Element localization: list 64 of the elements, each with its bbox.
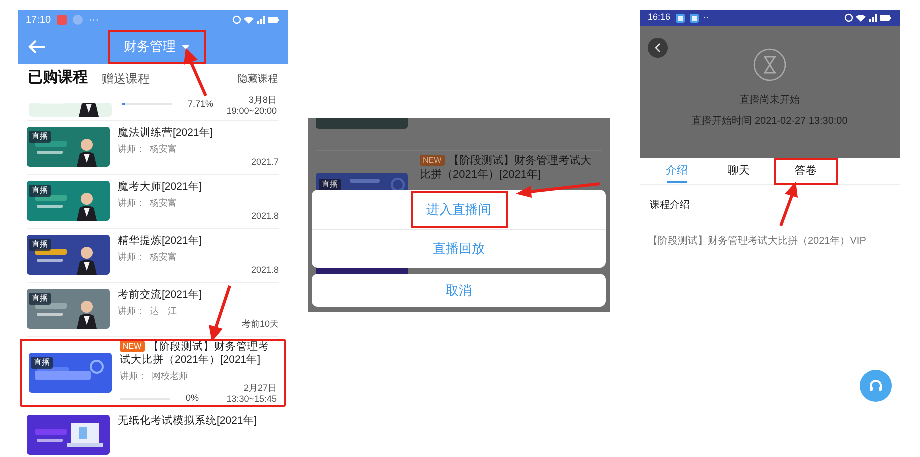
course-row[interactable]: 直播 魔法训练营[2021年] 讲师： 杨安富 2021.7 — [18, 121, 288, 174]
course-description: 【阶段测试】财务管理考试大比拼（2021年）VIP — [648, 234, 868, 249]
course-row[interactable]: 直播 考前交流[2021年] 讲师： 达 江 考前10天 — [18, 283, 288, 336]
course-title: 魔法训练营[2021年] — [118, 127, 214, 140]
detail-tab[interactable]: 答卷 — [774, 158, 838, 185]
course-date: 考前10天 — [242, 318, 279, 330]
status-icons — [232, 15, 280, 25]
caret-icon — [182, 44, 190, 50]
course-title: 魔考大师[2021年] — [118, 181, 204, 194]
status-dots: ··· — [89, 14, 100, 28]
start-time: 直播开始时间 2021-02-27 13:30:00 — [692, 114, 848, 129]
annotation-arrow — [209, 286, 232, 342]
player-message: 直播尚未开始 — [740, 94, 800, 108]
course-time: 19:00~20:00 — [226, 106, 277, 117]
support-button[interactable] — [860, 370, 892, 402]
teacher-name: 讲师： 杨安富 — [118, 251, 178, 264]
live-badge: 直播 — [29, 239, 51, 251]
annotation-arrow — [780, 182, 798, 227]
course-title: NEW 【阶段测试】财务管理考试大比拼（2021年）[2021年] — [120, 340, 271, 367]
course-tab[interactable]: 已购课程 — [28, 66, 88, 89]
status-icons — [844, 13, 892, 23]
live-badge: 直播 — [31, 357, 53, 369]
course-row[interactable]: 直播 NEW 【阶段测试】财务管理考试大比拼（2021年）[2021年] 讲师： 网校老师 0% 2月27日 13:30~15:45 — [20, 339, 286, 407]
detail-tab[interactable]: 聊天 — [708, 158, 770, 185]
status-time: 17:10 — [26, 14, 52, 28]
live-badge: 直播 — [319, 179, 341, 191]
teacher-name: 讲师： 网校老师 — [120, 370, 190, 383]
course-title: 精华提炼[2021年] — [118, 235, 204, 248]
hourglass-icon — [753, 48, 787, 82]
course-title: NEW 【阶段测试】财务管理考试大比拼（2021年）[2021年] — [420, 154, 593, 182]
course-date: 2021.8 — [251, 264, 279, 276]
teacher-name: 讲师： 杨安富 — [118, 143, 178, 156]
app-icon — [57, 15, 68, 25]
course-row[interactable]: 无纸化考试模拟系统[2021年] — [18, 409, 288, 457]
live-badge: 直播 — [29, 293, 51, 305]
teacher-name: 讲师： 达 江 — [118, 305, 178, 318]
new-tag: NEW — [420, 155, 445, 166]
back-chevron-icon — [654, 43, 662, 53]
progress-percent: 7.71% — [188, 98, 214, 110]
teacher-name: 讲师： 杨安富 — [118, 197, 178, 210]
live-badge: 直播 — [29, 131, 51, 143]
course-date: 2月27日 — [244, 383, 277, 394]
hidden-courses-link[interactable]: 隐藏课程 — [238, 72, 278, 89]
live-badge: 直播 — [29, 185, 51, 197]
status-dots: ·· — [704, 11, 710, 24]
course-tab[interactable]: 赠送课程 — [102, 70, 150, 89]
course-title: 无纸化考试模拟系统[2021年] — [118, 415, 258, 428]
annotation-arrow — [184, 48, 208, 97]
back-button[interactable] — [648, 38, 668, 58]
app-icon — [73, 15, 84, 25]
course-row[interactable]: 直播 魔考大师[2021年] 讲师： 杨安富 2021.8 — [18, 175, 288, 228]
course-date: 2021.8 — [251, 210, 279, 222]
course-date: 3月8日 — [248, 95, 277, 106]
new-tag: NEW — [120, 340, 145, 352]
course-title: 考前交流[2021年] — [118, 289, 204, 302]
section-title: 课程介绍 — [650, 199, 691, 213]
course-row[interactable]: 7.71% 3月8日 19:00~20:00 — [18, 93, 288, 120]
status-time: 16:16 — [648, 11, 671, 24]
back-arrow-icon[interactable] — [28, 40, 46, 54]
headset-icon — [868, 378, 884, 394]
progress-percent: 0% — [186, 392, 200, 405]
course-date: 2021.7 — [251, 156, 279, 168]
course-time: 13:30~15:45 — [226, 394, 277, 406]
course-row[interactable]: 直播 精华提炼[2021年] 讲师： 杨安富 2021.8 — [18, 229, 288, 282]
